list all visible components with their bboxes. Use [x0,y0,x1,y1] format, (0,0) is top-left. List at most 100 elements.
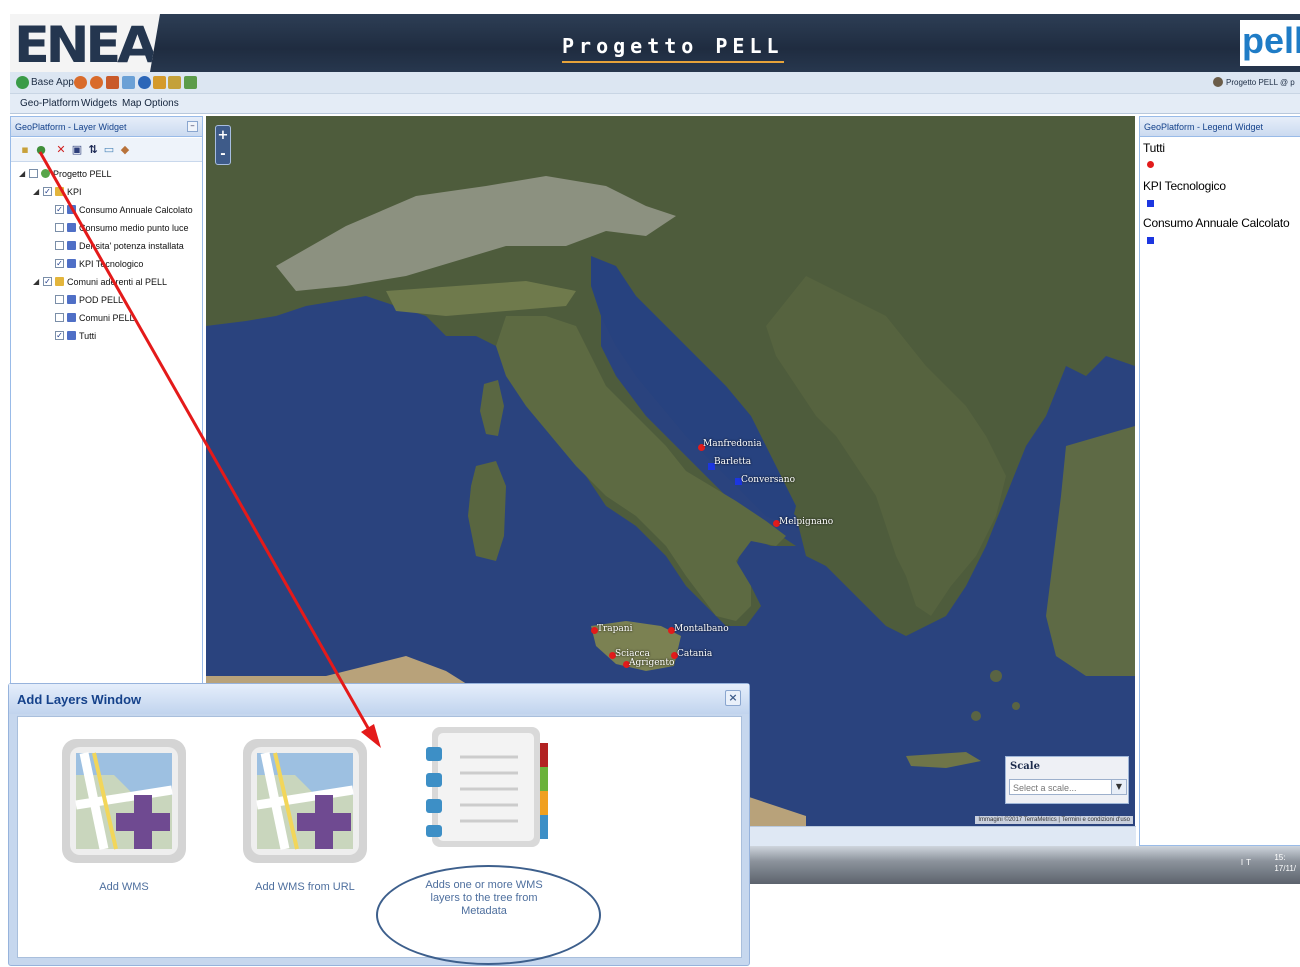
city-label-agrigento: Agrigento [629,658,675,668]
layer-checkbox[interactable]: ✓ [55,205,64,214]
main-toolbar: Base App Progetto PELL @ p [10,72,1300,94]
user-label[interactable]: Progetto PELL @ p [1226,78,1295,87]
city-label-montalbano: Montalbano [674,624,729,634]
legend-widget-title: GeoPlatform - Legend Widget [1144,122,1264,132]
chevron-down-icon[interactable]: ▼ [1111,779,1127,795]
land-mass-corsica [480,380,504,436]
menu-geo-platform[interactable]: Geo-Platform [20,98,79,109]
add-layers-window-body: Add WMS Add WMS from URL Adds one or mor… [17,716,742,965]
tree-item-label: Tutti [79,331,97,341]
layer-checkbox[interactable]: ✓ [43,187,52,196]
pell-logo: pell [1240,20,1300,66]
land-mass-crete [906,752,981,768]
legend-entry-consumo-annuale: Consumo Annuale Calcolato [1143,216,1290,230]
expand-arrow-icon[interactable]: ◢ [33,187,39,196]
layer-icon [67,241,76,250]
tree-item-label: Consumo Annuale Calcolato [79,205,193,215]
zoom-previous-tool-icon[interactable] [122,76,135,89]
zoom-extent-tool-icon[interactable] [106,76,119,89]
map-add-url-icon [243,739,367,863]
layer-checkbox[interactable] [29,169,38,178]
menu-widgets[interactable]: Widgets [81,98,117,109]
tree-item-label: Progetto PELL [53,169,112,179]
layer-checkbox[interactable]: ✓ [43,277,52,286]
expand-arrow-icon[interactable]: ◢ [19,169,25,178]
add-layer-icon[interactable]: ● [35,144,47,156]
app-header: ENEA Progetto PELL pell [10,14,1300,72]
os-taskbar: IT 15: 17/11/ [750,846,1300,884]
add-wms-option[interactable]: Add WMS [54,735,194,895]
map-attribution[interactable]: Immagini ©2017 TerraMetrics | Termini e … [975,816,1133,824]
city-label-manfredonia: Manfredonia [703,439,762,449]
zoom-in-tool-icon[interactable] [74,76,87,89]
enea-logo: ENEA [10,14,160,72]
legend-entry-tutti: Tutti [1143,141,1165,155]
folder-icon [41,169,50,178]
layer-checkbox[interactable]: ✓ [55,331,64,340]
info-tool-icon[interactable] [138,76,151,89]
layer-checkbox[interactable] [55,295,64,304]
layer-properties-icon[interactable]: ▭ [103,144,115,156]
add-layers-window-header[interactable]: Add Layers Window × [9,684,749,714]
page-title: Progetto PELL [562,34,784,63]
collapse-panel-button[interactable]: – [187,121,198,132]
measure-tool-icon[interactable] [153,76,166,89]
reorder-icon[interactable]: ⇅ [87,144,99,156]
layer-icon [67,205,76,214]
legend-blue-square-icon [1147,200,1154,207]
menu-map-options[interactable]: Map Options [122,98,179,109]
close-icon[interactable]: × [725,690,741,706]
scale-select-placeholder: Select a scale... [1013,783,1077,793]
add-layers-window: Add Layers Window × Add WMS Add WMS from… [8,683,750,966]
add-wms-from-url-option[interactable]: Add WMS from URL [230,735,380,895]
city-label-catania: Catania [677,649,713,659]
layer-checkbox[interactable] [55,223,64,232]
add-folder-icon[interactable]: ▪ [19,144,31,156]
scale-select[interactable]: Select a scale... ▼ [1009,779,1127,795]
legend-red-dot-icon [1147,161,1154,168]
tree-item-label: Comuni aderenti al PELL [67,277,168,287]
print-tool-icon[interactable] [184,76,197,89]
legend-blue-square-icon [1147,237,1154,244]
add-layers-window-title: Add Layers Window [17,692,142,707]
save-icon[interactable]: ▣ [71,144,83,156]
city-label-melpignano: Melpignano [779,517,834,527]
layer-checkbox[interactable]: ✓ [55,259,64,268]
add-wms-from-metadata-label[interactable]: Adds one or more WMS layers to the tree … [410,879,558,918]
zoom-out-tool-icon[interactable] [90,76,103,89]
layer-icon [67,331,76,340]
system-clock[interactable]: 15: 17/11/ [1274,852,1296,874]
land-mass-turkey [1046,426,1135,676]
tree-item-label: KPI Tecnologico [79,259,144,269]
user-icon [1213,77,1223,87]
base-app-button[interactable]: Base App [31,77,74,88]
delete-icon[interactable]: ✕ [55,144,67,156]
layer-checkbox[interactable] [55,241,64,250]
tree-item-label: Comuni PELL [79,313,135,323]
language-indicator[interactable]: IT [1241,858,1254,867]
layer-widget-title: GeoPlatform - Layer Widget [15,122,127,132]
layer-widget-header: GeoPlatform - Layer Widget – [11,117,202,137]
layer-checkbox[interactable] [55,313,64,322]
legend-widget-panel: GeoPlatform - Legend Widget Tutti KPI Te… [1139,116,1300,846]
pan-tool-icon[interactable] [168,76,181,89]
scale-title: Scale [1010,761,1040,772]
layer-toolbar: ▪ ● ✕ ▣ ⇅ ▭ ◆ [11,138,202,162]
zoom-control: + - [215,125,231,165]
folder-icon [55,277,64,286]
layer-style-icon[interactable]: ◆ [119,144,131,156]
tree-item-label: Densita' potenza installata [79,241,184,251]
legend-widget-header: GeoPlatform - Legend Widget [1140,117,1300,137]
pell-logo-text: pell [1242,20,1300,61]
expand-arrow-icon[interactable]: ◢ [33,277,39,286]
enea-logo-text: ENEA [14,16,158,74]
zoom-in-button[interactable]: + [216,126,230,145]
folder-icon [55,187,64,196]
menu-bar: Geo-Platform Widgets Map Options [10,94,1300,114]
layer-icon [67,223,76,232]
zoom-out-button[interactable]: - [216,145,230,164]
notebook-icon [426,727,548,847]
add-wms-label: Add WMS [99,881,149,893]
tree-item-label: Consumo medio punto luce [79,223,189,233]
map-add-icon [62,739,186,863]
